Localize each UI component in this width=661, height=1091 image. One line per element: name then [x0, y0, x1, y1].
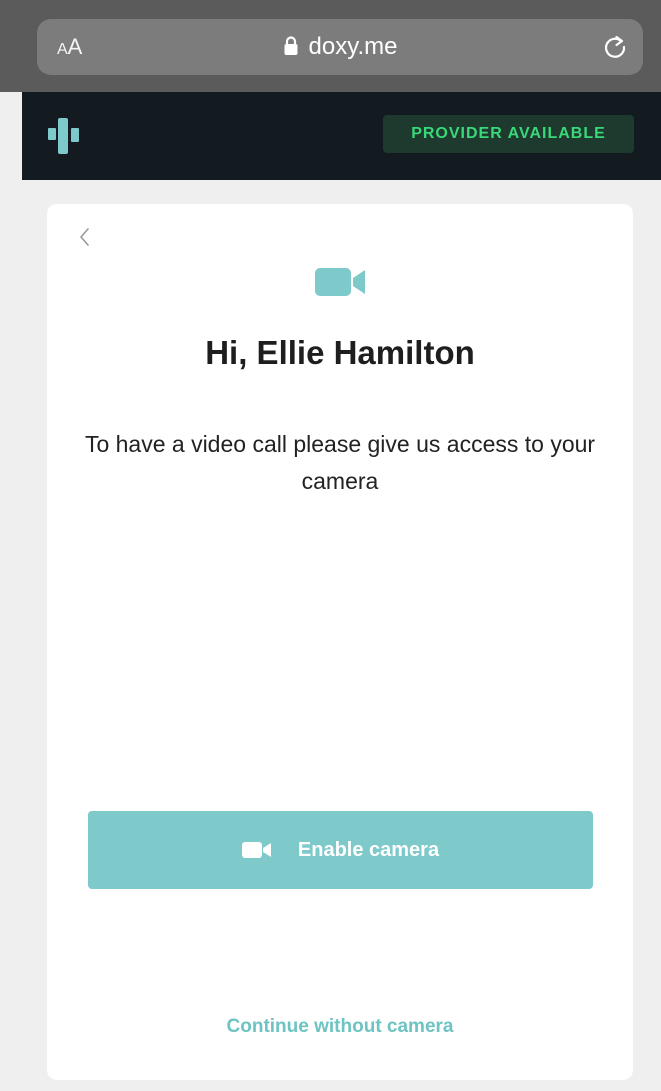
enable-camera-label: Enable camera	[297, 838, 440, 861]
lock-icon	[284, 36, 298, 55]
camera-permission-card: Hi, Ellie Hamilton To have a video call …	[47, 204, 633, 1080]
video-camera-icon	[315, 268, 365, 296]
back-button[interactable]	[77, 224, 103, 254]
browser-toolbar: AA doxy.me	[0, 0, 661, 92]
greeting-heading: Hi, Ellie Hamilton	[205, 334, 475, 371]
chevron-left-icon	[80, 228, 89, 246]
camera-access-description: To have a video call please give us acce…	[84, 431, 596, 494]
doxy-logo-icon[interactable]	[48, 118, 82, 154]
video-camera-icon	[241, 842, 271, 858]
status-badge: PROVIDER AVAILABLE	[383, 115, 634, 153]
reload-icon[interactable]	[601, 33, 629, 61]
continue-without-camera-link[interactable]: Continue without camera	[47, 1016, 633, 1038]
address-bar[interactable]: AA doxy.me	[37, 19, 643, 75]
url-display[interactable]: doxy.me	[37, 19, 643, 75]
url-text: doxy.me	[308, 33, 398, 60]
enable-camera-button[interactable]: Enable camera	[88, 811, 593, 889]
